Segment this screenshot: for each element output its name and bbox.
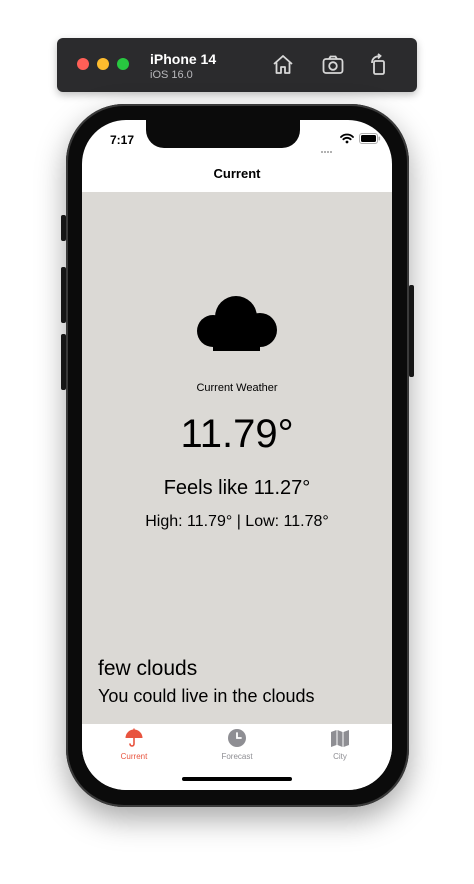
battery-icon (359, 133, 381, 144)
clock-icon (228, 729, 246, 747)
signal-dots-icon (321, 140, 333, 158)
tab-bar: Current Forecast City (82, 724, 392, 790)
feels-like: Feels like 11.27° (163, 477, 311, 499)
simulator-toolbar: iPhone 14 iOS 16.0 (57, 38, 417, 92)
rotate-icon[interactable] (367, 53, 391, 77)
nav-title: Current (213, 166, 261, 181)
tab-forecast-label: Forecast (221, 752, 253, 761)
tab-forecast[interactable]: Forecast (197, 728, 277, 761)
tab-current[interactable]: Current (94, 728, 174, 761)
zoom-window-button[interactable] (117, 58, 129, 70)
high-low: High: 11.79° | Low: 11.78° (145, 513, 329, 530)
power-button (409, 285, 414, 377)
home-indicator[interactable] (182, 777, 292, 781)
weather-quip: You could live in the clouds (98, 686, 315, 706)
status-time: 7:17 (110, 133, 135, 147)
cloud-icon (197, 296, 277, 351)
weather-description: few clouds (98, 657, 198, 680)
current-temperature: 11.79° (180, 412, 294, 456)
tab-current-label: Current (120, 752, 148, 761)
os-version: iOS 16.0 (150, 69, 193, 81)
tab-city[interactable]: City (300, 728, 380, 761)
section-label: Current Weather (196, 382, 278, 394)
home-icon[interactable] (271, 53, 295, 77)
weather-content: Current Weather 11.79° Feels like 11.27°… (82, 192, 392, 724)
map-icon (331, 730, 349, 747)
wifi-icon (340, 133, 354, 144)
notch (146, 120, 300, 148)
tab-city-label: City (333, 752, 347, 761)
screenshot-icon[interactable] (321, 53, 345, 77)
close-window-button[interactable] (77, 58, 89, 70)
device-name: iPhone 14 (150, 51, 217, 67)
umbrella-icon (125, 728, 143, 747)
phone-screen: 7:17 Current Current Weather 11.79° Feel… (82, 120, 392, 790)
minimize-window-button[interactable] (97, 58, 109, 70)
